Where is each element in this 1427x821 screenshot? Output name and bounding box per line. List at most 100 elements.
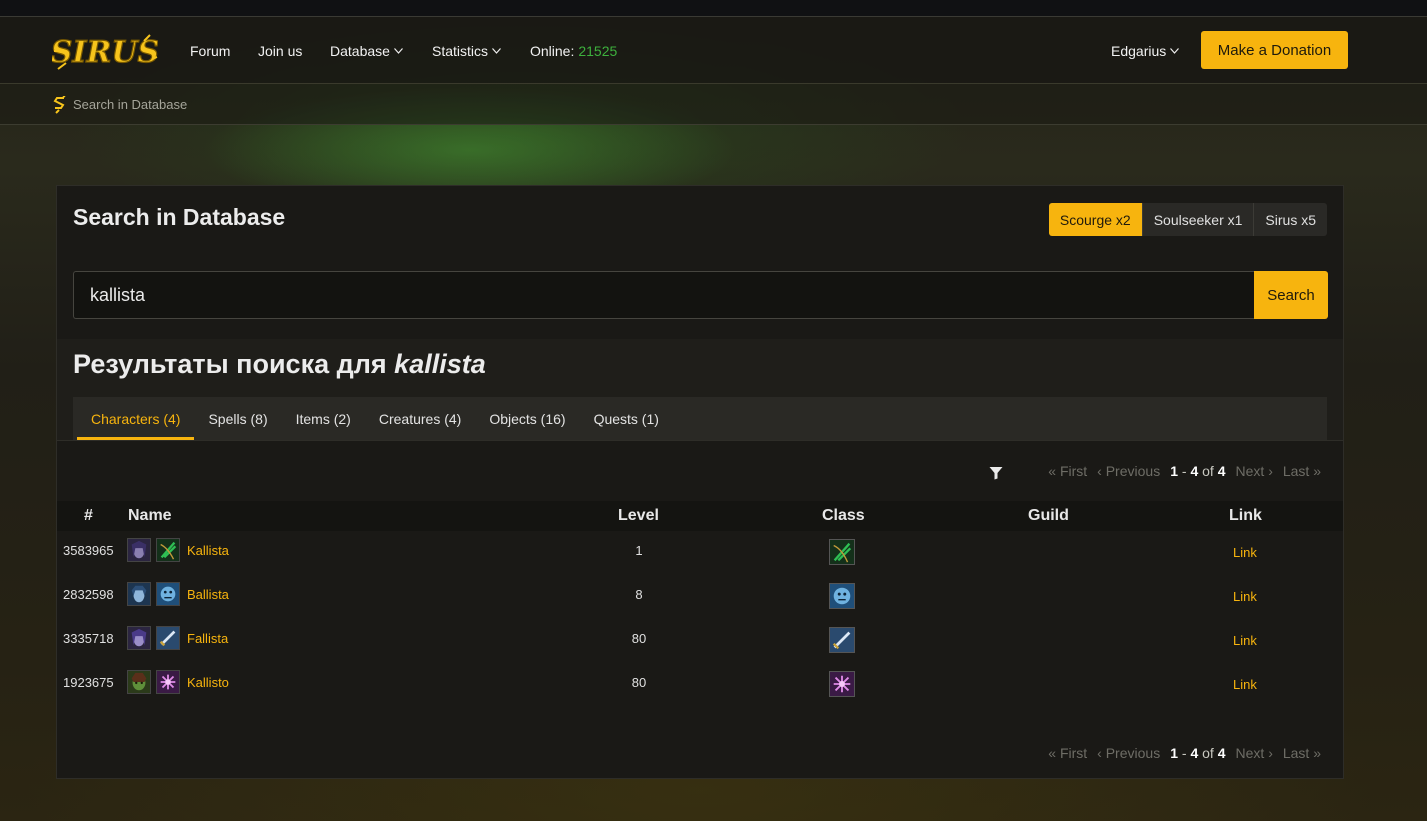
warlock-class-icon	[156, 670, 180, 694]
results-section: Результаты поиска для kallista Character…	[57, 339, 1343, 778]
pager-last[interactable]: Last »	[1283, 463, 1321, 479]
hunter-class-icon	[829, 539, 855, 565]
col-link: Link	[1229, 507, 1262, 524]
user-name: Edgarius	[1111, 43, 1167, 59]
table-row: 1923675 Kallisto 80 Link	[57, 667, 1343, 711]
realm-scourge-button[interactable]: Scourge x2	[1048, 203, 1142, 236]
pager-range: 1 - 4 of 4	[1170, 463, 1225, 479]
nav-join-label: Join us	[258, 43, 303, 59]
nav-database[interactable]: Database	[330, 43, 403, 59]
user-menu[interactable]: Edgarius	[1111, 43, 1180, 59]
tab-characters[interactable]: Characters (4)	[77, 397, 195, 440]
table-row: 3335718 Fallista 80 Link	[57, 623, 1343, 667]
character-id: 3583965	[63, 543, 114, 558]
pager-range-of: of	[1198, 463, 1218, 479]
chevron-down-icon	[492, 48, 501, 54]
breadcrumb: Search in Database	[0, 84, 1427, 125]
characters-table: « First ‹ Previous 1 - 4 of 4 Next › Las…	[57, 441, 1343, 778]
online-status: Online: 21525	[530, 43, 617, 59]
character-id: 3335718	[63, 631, 114, 646]
pagination-bottom: « First ‹ Previous 1 - 4 of 4 Next › Las…	[1048, 745, 1321, 761]
realm-sirus-button[interactable]: Sirus x5	[1253, 203, 1327, 236]
character-level: 80	[631, 675, 647, 690]
character-name-link[interactable]: Ballista	[187, 587, 229, 602]
nav-join-us[interactable]: Join us	[258, 43, 302, 59]
chevron-down-icon	[1170, 48, 1180, 54]
col-level[interactable]: Level	[618, 507, 659, 525]
sirus-logo[interactable]: SIRUS	[52, 29, 158, 73]
pager-previous[interactable]: ‹ Previous	[1097, 463, 1160, 479]
warrior-class-icon	[829, 627, 855, 653]
nav-statistics[interactable]: Statistics	[432, 43, 501, 59]
pager-range-total: 4	[1217, 745, 1226, 761]
sirus-s-icon	[53, 96, 66, 114]
nav-forum[interactable]: Forum	[190, 43, 230, 59]
results-heading-prefix: Результаты поиска для	[73, 349, 387, 379]
character-link[interactable]: Link	[1233, 545, 1257, 560]
character-level: 8	[635, 587, 643, 602]
character-link[interactable]: Link	[1233, 589, 1257, 604]
nav-forum-label: Forum	[190, 43, 231, 59]
results-heading: Результаты поиска для kallista	[73, 349, 486, 380]
table-row: 3583965 Kallista 1 Link	[57, 535, 1343, 579]
shaman-class-icon	[156, 582, 180, 606]
navbar: SIRUS Forum Join us Database Statistics …	[0, 16, 1427, 84]
pager-range-sep: -	[1178, 463, 1191, 479]
search-button[interactable]: Search	[1254, 271, 1328, 319]
character-id: 2832598	[63, 587, 114, 602]
filter-icon[interactable]	[989, 466, 1003, 480]
col-class[interactable]: Class	[822, 507, 865, 525]
tab-objects[interactable]: Objects (16)	[475, 397, 579, 440]
realm-soulseeker-button[interactable]: Soulseeker x1	[1141, 203, 1254, 236]
table-row: 2832598 Ballista 8 Link	[57, 579, 1343, 623]
character-link[interactable]: Link	[1233, 677, 1257, 692]
col-name[interactable]: Name	[128, 507, 172, 525]
character-name-link[interactable]: Kallisto	[187, 675, 229, 690]
donate-button[interactable]: Make a Donation	[1201, 31, 1348, 69]
night-elf-female-portrait-icon	[127, 538, 151, 562]
pager-range-of: of	[1198, 745, 1218, 761]
pager-range-sep: -	[1178, 745, 1191, 761]
col-num: #	[84, 507, 93, 524]
pager-first[interactable]: « First	[1048, 745, 1087, 761]
orc-female-portrait-icon	[127, 670, 151, 694]
character-id: 1923675	[63, 675, 114, 690]
tab-quests[interactable]: Quests (1)	[580, 397, 673, 440]
pager-range-start: 1	[1170, 463, 1178, 479]
tab-items[interactable]: Items (2)	[282, 397, 365, 440]
draenei-female-portrait-icon	[127, 582, 151, 606]
character-level: 1	[635, 543, 643, 558]
top-strip	[0, 0, 1427, 16]
pager-range-total: 4	[1217, 463, 1226, 479]
nav-statistics-label: Statistics	[432, 43, 489, 59]
character-link[interactable]: Link	[1233, 633, 1257, 648]
warlock-class-icon	[829, 671, 855, 697]
tab-spells[interactable]: Spells (8)	[194, 397, 281, 440]
pager-range: 1 - 4 of 4	[1170, 745, 1225, 761]
col-guild[interactable]: Guild	[1028, 507, 1069, 525]
character-name-link[interactable]: Fallista	[187, 631, 228, 646]
results-tabs: Characters (4) Spells (8) Items (2) Crea…	[73, 397, 1327, 440]
pager-first[interactable]: « First	[1048, 463, 1087, 479]
online-label: Online:	[530, 43, 575, 59]
pagination-top: « First ‹ Previous 1 - 4 of 4 Next › Las…	[1048, 463, 1321, 479]
pager-range-start: 1	[1170, 745, 1178, 761]
nav-database-label: Database	[330, 43, 390, 59]
pager-next[interactable]: Next ›	[1236, 745, 1273, 761]
search-panel: Search in Database Scourge x2 Soulseeker…	[56, 185, 1344, 779]
pager-next[interactable]: Next ›	[1236, 463, 1273, 479]
pager-last[interactable]: Last »	[1283, 745, 1321, 761]
breadcrumb-item[interactable]: Search in Database	[73, 97, 187, 112]
character-name-link[interactable]: Kallista	[187, 543, 229, 558]
night-elf-female-portrait-icon	[127, 626, 151, 650]
chevron-down-icon	[393, 48, 403, 54]
results-heading-query: kallista	[394, 349, 486, 379]
realm-selector: Scourge x2 Soulseeker x1 Sirus x5	[1048, 203, 1327, 236]
tab-creatures[interactable]: Creatures (4)	[365, 397, 475, 440]
pager-previous[interactable]: ‹ Previous	[1097, 745, 1160, 761]
search-input[interactable]	[73, 271, 1255, 319]
table-header: # Name Level Class Guild Link	[57, 501, 1343, 531]
warrior-class-icon	[156, 626, 180, 650]
shaman-class-icon	[829, 583, 855, 609]
hunter-class-icon	[156, 538, 180, 562]
